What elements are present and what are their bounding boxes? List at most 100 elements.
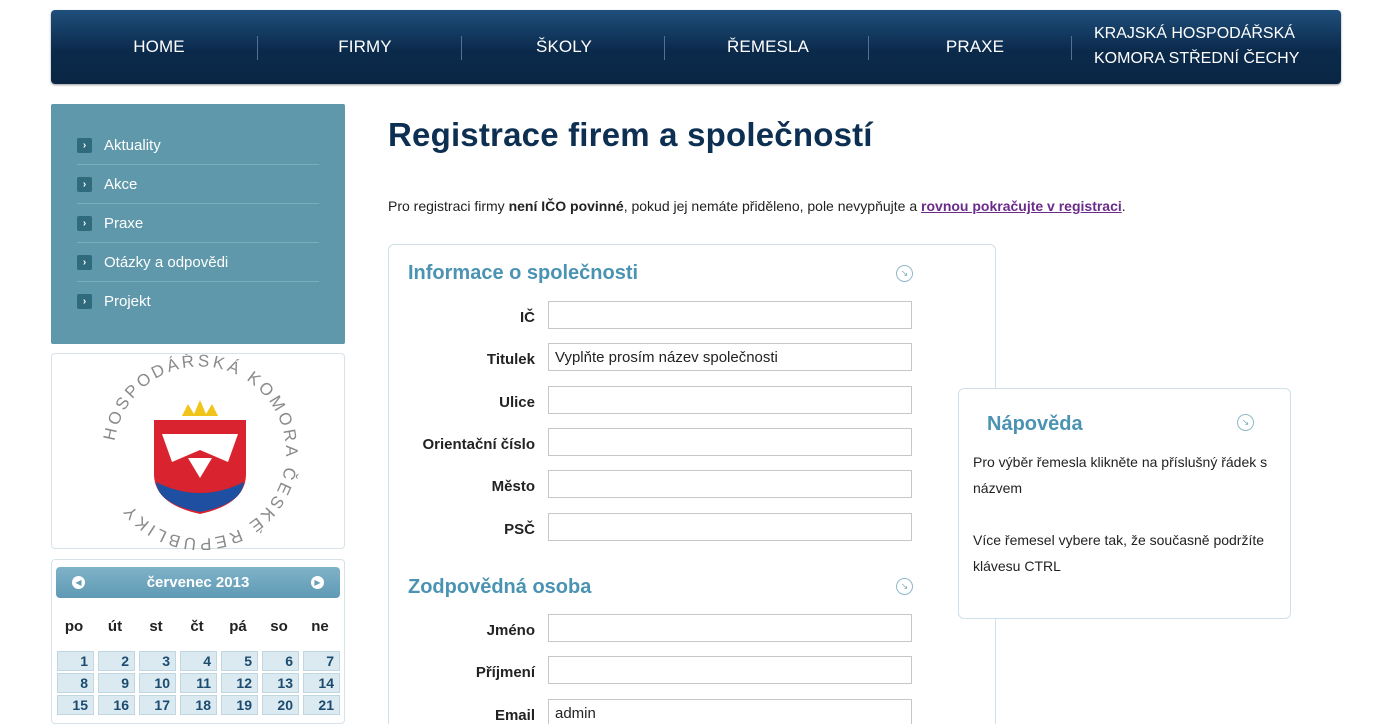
psc-input[interactable] xyxy=(548,513,912,541)
weekday-label: út xyxy=(107,618,123,635)
help-paragraph: Pro výběr řemesla klikněte na příslušný … xyxy=(973,454,1268,496)
calendar-day[interactable]: 11 xyxy=(180,673,217,693)
calendar-day[interactable]: 1 xyxy=(57,651,94,671)
field-label-jmeno: Jméno xyxy=(486,622,535,639)
chevron-right-icon: › xyxy=(77,215,92,231)
weekday-label: pá xyxy=(229,618,247,635)
calendar-day[interactable]: 5 xyxy=(221,651,258,671)
sidebar-item-label: Akce xyxy=(104,175,138,193)
calendar-day[interactable]: 15 xyxy=(57,695,94,715)
help-panel: Nápověda ↘ Pro výběr řemesla klikněte na… xyxy=(958,388,1291,619)
sidebar-item-aktuality[interactable]: › Aktuality xyxy=(77,126,319,165)
calendar-day[interactable]: 3 xyxy=(139,651,176,671)
chevron-right-icon: › xyxy=(77,137,92,153)
nav-home[interactable]: HOME xyxy=(109,10,209,84)
chevron-right-icon: › xyxy=(77,294,92,309)
calendar-header: ◀ červenec 2013 ▶ xyxy=(56,567,340,598)
calendar-day[interactable]: 14 xyxy=(303,673,340,693)
calendar-day[interactable]: 18 xyxy=(180,695,217,715)
sidebar-item-projekt[interactable]: › Projekt xyxy=(77,282,319,321)
calendar-day[interactable]: 7 xyxy=(303,651,340,671)
calendar-day[interactable]: 21 xyxy=(303,695,340,715)
titulek-input[interactable] xyxy=(548,343,912,371)
field-label-psc: PSČ xyxy=(504,521,535,538)
org-name-line2: KOMORA STŘEDNÍ ČECHY xyxy=(1094,50,1300,67)
nav-separator xyxy=(664,36,665,60)
calendar-day[interactable]: 19 xyxy=(221,695,258,715)
collapse-icon[interactable]: ↘ xyxy=(1237,414,1254,431)
calendar-day[interactable]: 9 xyxy=(98,673,135,693)
intro-text-start: Pro registraci firmy xyxy=(388,198,509,214)
sidebar-item-label: Projekt xyxy=(104,293,151,310)
org-name[interactable]: KRAJSKÁ HOSPODÁŘSKÁ KOMORA STŘEDNÍ ČECHY xyxy=(1094,21,1334,71)
calendar-day[interactable]: 12 xyxy=(221,673,258,693)
field-label-ulice: Ulice xyxy=(499,394,535,411)
calendar-day[interactable]: 17 xyxy=(139,695,176,715)
continue-registration-link[interactable]: rovnou pokračujte v registraci xyxy=(921,198,1122,214)
nav-praxe[interactable]: PRAXE xyxy=(925,10,1025,84)
chamber-logo[interactable]: HOSPODÁŘSKÁ KOMORA ČESKÉ REPUBLIKY xyxy=(52,351,346,553)
intro-text: Pro registraci firmy není IČO povinné, p… xyxy=(388,198,1126,214)
calendar-day[interactable]: 13 xyxy=(262,673,299,693)
calendar-day[interactable]: 4 xyxy=(180,651,217,671)
intro-text-end: . xyxy=(1121,198,1126,214)
calendar-day[interactable]: 20 xyxy=(262,695,299,715)
field-label-mesto: Město xyxy=(491,478,535,495)
prijmeni-input[interactable] xyxy=(548,656,912,684)
logo-panel: HOSPODÁŘSKÁ KOMORA ČESKÉ REPUBLIKY xyxy=(51,351,346,554)
top-navigation: HOME FIRMY ŠKOLY ŘEMESLA PRAXE KRAJSKÁ H… xyxy=(51,10,1341,84)
nav-separator xyxy=(461,36,462,60)
calendar-day[interactable]: 8 xyxy=(57,673,94,693)
nav-separator xyxy=(257,36,258,60)
weekday-label: čt xyxy=(190,618,204,635)
calendar-day[interactable]: 6 xyxy=(262,651,299,671)
ic-input[interactable] xyxy=(548,301,912,329)
intro-text-middle: , pokud jej nemáte přiděleno, pole nevyp… xyxy=(623,198,922,214)
company-section-title: Informace o společnosti xyxy=(408,262,639,284)
weekday-label: so xyxy=(270,618,288,635)
weekday-label: ne xyxy=(311,618,329,635)
org-name-line1: KRAJSKÁ HOSPODÁŘSKÁ xyxy=(1094,25,1295,42)
orientacni-cislo-input[interactable] xyxy=(548,428,912,456)
help-title: Nápověda xyxy=(987,413,1083,435)
field-label-titulek: Titulek xyxy=(486,351,535,368)
nav-separator xyxy=(1071,36,1072,60)
field-label-orientacni-cislo: Orientační číslo xyxy=(422,436,535,453)
nav-firmy[interactable]: FIRMY xyxy=(315,10,415,84)
person-section-title: Zodpovědná osoba xyxy=(408,576,592,598)
shield-icon xyxy=(154,400,246,514)
nav-skoly[interactable]: ŠKOLY xyxy=(514,10,614,84)
jmeno-input[interactable] xyxy=(548,614,912,642)
calendar-widget: ◀ červenec 2013 ▶ po út st čt pá so ne 1… xyxy=(51,559,345,724)
field-label-email: Email xyxy=(494,707,535,724)
sidebar-item-label: Aktuality xyxy=(104,136,161,154)
ulice-input[interactable] xyxy=(548,386,912,414)
registration-form: Informace o společnosti ↘ IČ Titulek Uli… xyxy=(388,244,996,724)
help-paragraph: Více řemesel vybere tak, že současně pod… xyxy=(973,532,1265,574)
field-label-prijmeni: Příjmení xyxy=(475,664,535,681)
calendar-day[interactable]: 16 xyxy=(98,695,135,715)
nav-separator xyxy=(868,36,869,60)
weekday-label: po xyxy=(64,618,84,635)
next-month-icon[interactable]: ▶ xyxy=(311,576,324,589)
sidebar-item-otazky[interactable]: › Otázky a odpovědi xyxy=(77,243,319,282)
field-label-ic: IČ xyxy=(520,309,535,326)
collapse-icon[interactable]: ↘ xyxy=(896,265,913,282)
chevron-right-icon: › xyxy=(77,176,92,192)
calendar-day[interactable]: 10 xyxy=(139,673,176,693)
calendar-month-title: červenec 2013 xyxy=(146,574,250,591)
sidebar-item-akce[interactable]: › Akce xyxy=(77,165,319,204)
chevron-right-icon: › xyxy=(77,254,92,270)
nav-remesla[interactable]: ŘEMESLA xyxy=(708,10,828,84)
mesto-input[interactable] xyxy=(548,470,912,498)
calendar-day[interactable]: 2 xyxy=(98,651,135,671)
intro-text-bold: není IČO povinné xyxy=(508,198,624,214)
sidebar-menu: › Aktuality › Akce › Praxe › Otázky a od… xyxy=(51,104,345,344)
sidebar-item-praxe[interactable]: › Praxe xyxy=(77,204,319,243)
sidebar-item-label: Praxe xyxy=(104,214,144,232)
weekday-label: st xyxy=(149,618,163,635)
sidebar-item-label: Otázky a odpovědi xyxy=(104,253,229,271)
collapse-icon[interactable]: ↘ xyxy=(896,578,913,595)
email-input[interactable] xyxy=(548,699,912,724)
page-title: Registrace firem a společností xyxy=(388,116,873,153)
